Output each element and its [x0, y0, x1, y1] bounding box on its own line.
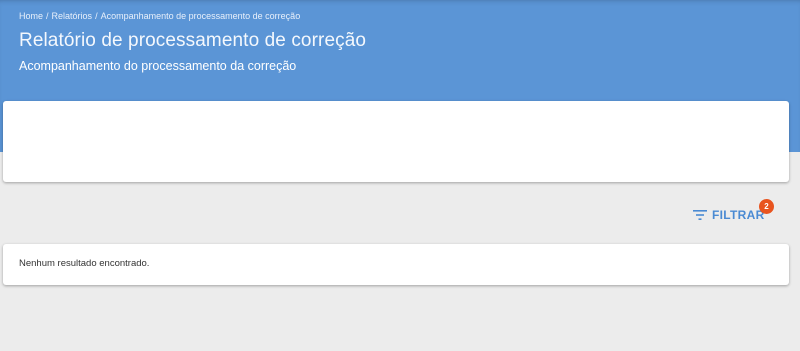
breadcrumb: Home / Relatórios / Acompanhamento de proces…: [19, 11, 300, 21]
page-title: Relatório de processamento de correção: [19, 30, 367, 51]
breadcrumb-separator: /: [46, 11, 49, 21]
page-subtitle: Acompanhamento do processamento da corre…: [19, 59, 297, 73]
filter-count-badge: 2: [759, 199, 774, 214]
results-panel: Nenhum resultado encontrado.: [3, 244, 789, 285]
breadcrumb-current: Acompanhamento de processamento de corre…: [100, 11, 301, 21]
filter-panel: [3, 101, 789, 182]
breadcrumb-reports[interactable]: Relatórios: [52, 11, 93, 21]
filter-label: FILTRAR: [712, 208, 765, 222]
filter-list-icon: [693, 210, 707, 220]
breadcrumb-separator: /: [95, 11, 98, 21]
empty-results-message: Nenhum resultado encontrado.: [19, 258, 150, 269]
filter-button[interactable]: FILTRAR: [693, 205, 765, 225]
breadcrumb-home[interactable]: Home: [19, 11, 43, 21]
